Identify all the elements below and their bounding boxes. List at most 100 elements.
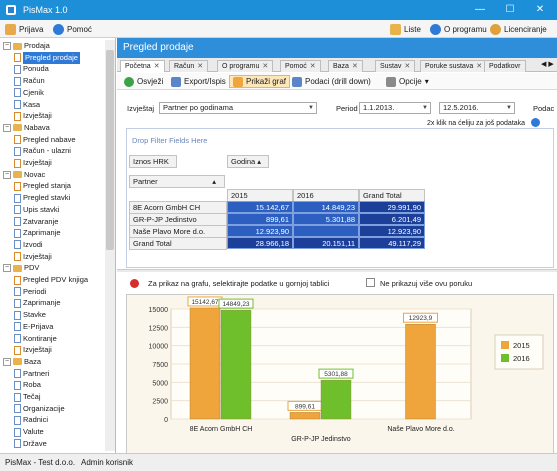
sidebar-item[interactable]: Izvještaji: [14, 251, 52, 263]
row-header[interactable]: Grand Total: [129, 237, 227, 250]
close-icon[interactable]: ✕: [352, 63, 358, 70]
tab[interactable]: Poruke sustava ✕: [420, 60, 488, 72]
close-icon[interactable]: ✕: [310, 63, 316, 70]
sidebar-item[interactable]: Izvodi: [14, 239, 43, 251]
options-button[interactable]: Opcije ▾: [383, 75, 432, 88]
sidebar-item[interactable]: Roba: [14, 379, 41, 391]
report-select[interactable]: Partner po godinama ▼: [159, 102, 317, 114]
pivot-cell[interactable]: 28.966,18: [227, 237, 293, 249]
sidebar-item[interactable]: − Baza: [3, 356, 41, 368]
pivot-cell[interactable]: 14.849,23: [293, 201, 359, 213]
export-button[interactable]: Export/Ispis: [168, 75, 229, 88]
drop-filter-area[interactable]: Drop Filter Fields Here: [129, 135, 210, 146]
pivot-cell[interactable]: [293, 225, 359, 237]
tab[interactable]: Baza ✕: [328, 60, 363, 72]
data-field-button[interactable]: Iznos HRK: [129, 155, 177, 168]
sidebar-item[interactable]: Tečaj: [14, 391, 41, 403]
sidebar-item[interactable]: Periodi: [14, 286, 46, 298]
expand-toggle-icon[interactable]: −: [3, 264, 11, 273]
date-to-input[interactable]: 12.5.2016. ▼: [439, 102, 515, 114]
scroll-thumb[interactable]: [106, 50, 114, 250]
sidebar-item[interactable]: Cjenik: [14, 87, 44, 99]
menu-liste[interactable]: Liste: [390, 23, 421, 35]
menu-prijava-label: Prijava: [19, 24, 44, 34]
close-icon[interactable]: ✕: [262, 63, 268, 70]
sidebar-item[interactable]: Partneri: [14, 368, 49, 380]
show-chart-button[interactable]: Prikaži graf: [229, 75, 291, 88]
sidebar-item[interactable]: Valute: [14, 426, 44, 438]
tab[interactable]: Sustav ✕: [375, 60, 416, 72]
splitter[interactable]: [117, 269, 557, 272]
tab[interactable]: O programu ✕: [217, 60, 274, 72]
bar[interactable]: [220, 309, 252, 420]
pivot-cell[interactable]: 49.117,29: [359, 237, 425, 249]
date-from-input[interactable]: 1.1.2013. ▼: [359, 102, 431, 114]
sidebar-item[interactable]: Pregled stanja: [14, 180, 71, 192]
sidebar-item[interactable]: Izvještaji: [14, 344, 52, 356]
sidebar-item[interactable]: Pregled nabave: [14, 134, 76, 146]
minimize-button[interactable]: —: [470, 2, 490, 18]
bar[interactable]: [405, 324, 436, 420]
sidebar-item[interactable]: Upis stavki: [14, 204, 59, 216]
tab[interactable]: Početna ✕: [120, 60, 165, 72]
sidebar-item[interactable]: Zatvaranje: [14, 216, 58, 228]
hide-message-checkbox[interactable]: [366, 278, 375, 287]
sidebar-item[interactable]: Pregled PDV knjiga: [14, 274, 88, 286]
close-icon[interactable]: ✕: [154, 63, 160, 70]
sidebar-item[interactable]: Zaprimanje: [14, 297, 61, 309]
pivot-cell[interactable]: 15.142,67: [227, 201, 293, 213]
sidebar-scrollbar[interactable]: [105, 40, 115, 451]
sidebar-item[interactable]: − Novac: [3, 169, 45, 181]
sidebar-item[interactable]: Izvještaji: [14, 110, 52, 122]
sidebar-item[interactable]: Organizacije: [14, 403, 65, 415]
maximize-button[interactable]: ☐: [500, 2, 520, 18]
sidebar-item[interactable]: Pregled stavki: [14, 192, 70, 204]
sidebar-item[interactable]: Kasa: [14, 99, 40, 111]
tab[interactable]: Račun ✕: [169, 60, 209, 72]
sidebar-item[interactable]: Ponuda: [14, 63, 49, 75]
expand-toggle-icon[interactable]: −: [3, 170, 11, 179]
tab[interactable]: Pomoć ✕: [280, 60, 321, 72]
bar[interactable]: [189, 307, 221, 420]
row-field-button[interactable]: Partner ▴: [129, 175, 225, 188]
close-icon[interactable]: ✕: [476, 63, 482, 70]
bar[interactable]: [320, 379, 352, 420]
sidebar-item[interactable]: Radnici: [14, 414, 48, 426]
pivot-cell[interactable]: 6.201,49: [359, 213, 425, 225]
close-icon[interactable]: ✕: [404, 63, 410, 70]
menu-o-programu[interactable]: O programu: [430, 23, 487, 35]
sidebar-item[interactable]: Račun - ulazni: [14, 145, 71, 157]
menu-prijava[interactable]: Prijava: [5, 23, 43, 35]
sidebar-item[interactable]: − PDV: [3, 262, 39, 274]
tab-scroll-icon[interactable]: ◀ ▶: [541, 60, 554, 68]
close-button[interactable]: ✕: [530, 2, 550, 18]
menu-licenciranje[interactable]: Licenciranje: [490, 23, 547, 35]
refresh-button[interactable]: Osvježi: [121, 75, 166, 88]
pivot-cell[interactable]: 12.923,90: [359, 225, 425, 237]
sidebar-item[interactable]: − Nabava: [3, 122, 50, 134]
pivot-cell[interactable]: 20.151,11: [293, 237, 359, 249]
sidebar-item[interactable]: Stavke: [14, 309, 46, 321]
sidebar-item[interactable]: Račun: [14, 75, 45, 87]
sidebar-item[interactable]: Zaprimanje: [14, 227, 61, 239]
column-field-button[interactable]: Godina ▴: [227, 155, 269, 168]
pivot-cell[interactable]: 899,61: [227, 213, 293, 225]
sidebar-item[interactable]: Države: [14, 438, 47, 450]
pivot-cell[interactable]: 29.991,90: [359, 201, 425, 213]
close-icon[interactable]: ✕: [197, 63, 203, 70]
sidebar-item[interactable]: Izvještaji: [14, 157, 52, 169]
pivot-cell[interactable]: 12.923,90: [227, 225, 293, 237]
bar[interactable]: [289, 412, 321, 420]
sidebar-item[interactable]: − Prodaja: [3, 40, 50, 52]
expand-toggle-icon[interactable]: −: [3, 123, 11, 132]
menu-pomoc[interactable]: Pomoć: [53, 23, 92, 35]
expand-toggle-icon[interactable]: −: [3, 357, 11, 366]
sidebar-item[interactable]: Kontiranje: [14, 333, 57, 345]
sidebar-item[interactable]: E-Prijava: [14, 321, 53, 333]
drill-down-button[interactable]: Podaci (drill down): [289, 75, 374, 88]
sidebar-item[interactable]: Pregled prodaje: [14, 51, 80, 64]
tab[interactable]: Podatkovr: [484, 60, 526, 72]
pivot-cell[interactable]: 5.301,88: [293, 213, 359, 225]
expand-toggle-icon[interactable]: −: [3, 42, 11, 50]
help-icon[interactable]: [531, 118, 540, 127]
